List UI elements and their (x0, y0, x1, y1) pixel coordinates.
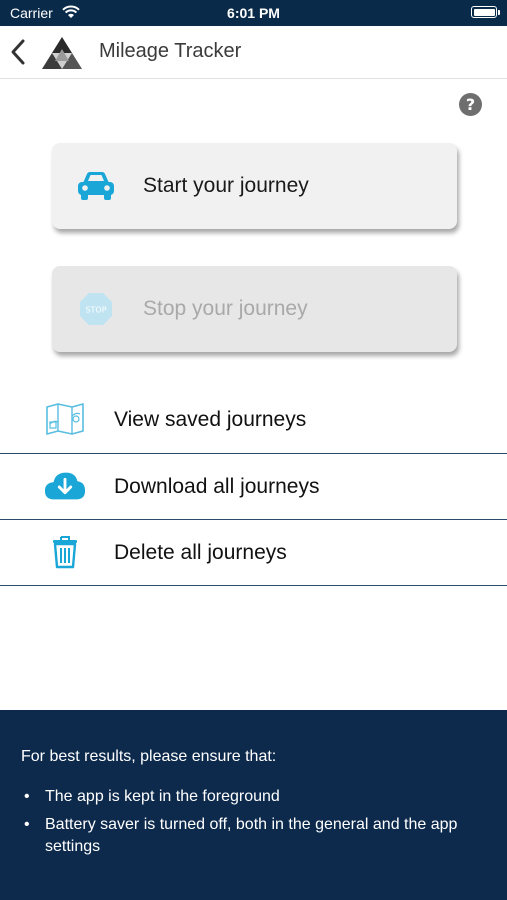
delete-all-journeys-label: Delete all journeys (114, 541, 287, 564)
status-time: 6:01 PM (227, 5, 280, 21)
download-all-journeys-label: Download all journeys (114, 475, 320, 498)
tips-footer: For best results, please ensure that: • … (0, 710, 507, 900)
back-button[interactable] (8, 38, 30, 66)
battery-icon (471, 6, 500, 18)
stop-journey-button[interactable]: STOP Stop your journey (52, 266, 457, 352)
tip-item: • The app is kept in the foreground (24, 788, 280, 805)
start-journey-button[interactable]: Start your journey (52, 143, 457, 229)
stop-journey-label: Stop your journey (143, 297, 308, 320)
help-button[interactable]: ? (459, 93, 482, 116)
app-logo (41, 35, 83, 76)
map-icon (44, 401, 86, 437)
car-icon (74, 167, 118, 205)
tip-item: • Battery saver is turned off, both in t… (24, 816, 458, 855)
start-journey-label: Start your journey (143, 174, 309, 197)
page-title: Mileage Tracker (99, 40, 242, 62)
chevron-left-icon (11, 39, 25, 65)
nav-bar: Mileage Tracker (0, 26, 507, 79)
stop-sign-text: STOP (85, 306, 106, 315)
view-saved-journeys-item[interactable]: View saved journeys (0, 387, 507, 453)
tip-text: Battery saver is turned off, both in the… (45, 816, 458, 855)
download-all-journeys-item[interactable]: Download all journeys (0, 454, 507, 520)
trash-icon (44, 534, 86, 570)
view-saved-journeys-label: View saved journeys (114, 408, 307, 431)
cloud-download-icon (44, 468, 86, 504)
status-bar: Carrier 6:01 PM (0, 0, 507, 26)
help-icon: ? (465, 95, 476, 114)
tips-list: • The app is kept in the foreground • Ba… (21, 786, 486, 864)
tips-intro: For best results, please ensure that: (21, 748, 277, 765)
tip-text: The app is kept in the foreground (45, 788, 280, 805)
stop-sign-icon: STOP (74, 290, 118, 328)
menu-divider (0, 585, 507, 586)
delete-all-journeys-item[interactable]: Delete all journeys (0, 520, 507, 586)
